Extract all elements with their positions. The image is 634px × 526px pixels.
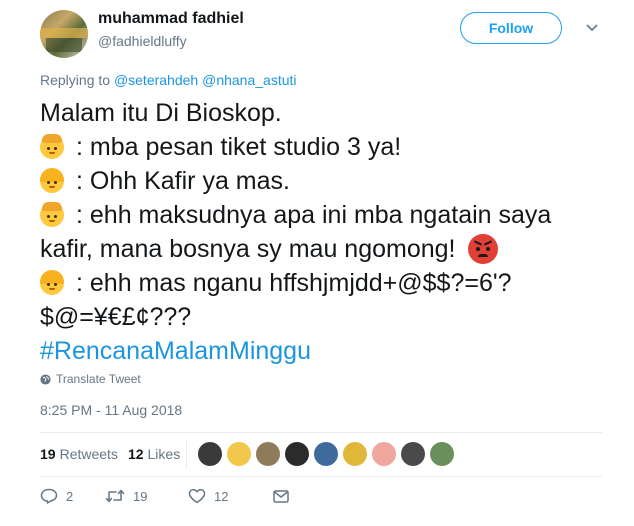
divider <box>40 476 602 477</box>
likes-label: Likes <box>147 446 181 462</box>
follow-button[interactable]: Follow <box>460 12 562 44</box>
liker-avatar[interactable] <box>314 442 338 466</box>
retweets-label: Retweets <box>59 446 118 462</box>
direct-message-button[interactable] <box>273 489 297 503</box>
mention-link[interactable]: @nhana_astuti <box>202 72 296 88</box>
tweet-line: $@=¥€£¢??? <box>40 303 192 331</box>
retweet-count: 19 <box>133 488 148 504</box>
likes-count: 12 <box>127 446 144 462</box>
boy-emoji-icon <box>40 202 64 227</box>
tweet-line-text: : Ohh Kafir ya mas. <box>76 167 290 195</box>
reply-button[interactable]: 2 <box>40 488 105 504</box>
chevron-down-icon[interactable] <box>582 18 602 38</box>
liker-avatars <box>198 442 459 466</box>
reply-icon <box>40 488 58 504</box>
tweet-timestamp[interactable]: 8:25 PM - 11 Aug 2018 <box>40 402 182 418</box>
like-button[interactable]: 12 <box>188 488 273 504</box>
replying-prefix: Replying to <box>40 72 111 88</box>
liker-avatar[interactable] <box>198 442 222 466</box>
angry-face-emoji-icon <box>467 234 498 264</box>
author-name[interactable]: muhammad fadhiel <box>98 10 244 28</box>
divider <box>186 440 187 468</box>
girl-emoji-icon <box>40 270 64 295</box>
hashtag-link[interactable]: #RencanaMalamMinggu <box>40 334 620 368</box>
tweet-line-text: : mba pesan tiket studio 3 ya! <box>76 133 402 161</box>
tweet-line-text: kafir, mana bosnya sy mau ngomong! <box>40 235 456 263</box>
retweets-count: 19 <box>40 446 56 462</box>
retweets-stat[interactable]: 19 Retweets <box>40 446 118 462</box>
liker-avatar[interactable] <box>256 442 280 466</box>
retweet-button[interactable]: 19 <box>105 489 188 504</box>
tweet-line: kafir, mana bosnya sy mau ngomong! <box>40 232 620 266</box>
tweet-line-text: : ehh maksudnya apa ini mba ngatain saya <box>76 201 552 229</box>
replying-to: Replying to @seterahdeh @nhana_astuti <box>40 72 297 88</box>
author-avatar[interactable] <box>40 10 88 58</box>
liker-avatar[interactable] <box>401 442 425 466</box>
author-handle[interactable]: @fadhieldluffy <box>98 33 187 49</box>
tweet-line-text: : ehh mas nganu hffshjmjdd+@$$?=6'? <box>76 269 512 297</box>
retweet-icon <box>105 489 125 503</box>
tweet-line: : ehh mas nganu hffshjmjdd+@$$?=6'? <box>40 266 620 300</box>
translate-tweet-link[interactable]: Translate Tweet <box>40 372 141 386</box>
tweet-text: Malam itu Di Bioskop. : mba pesan tiket … <box>40 96 620 368</box>
like-count: 12 <box>214 488 229 504</box>
liker-avatar[interactable] <box>372 442 396 466</box>
liker-avatar[interactable] <box>285 442 309 466</box>
globe-icon <box>40 373 51 385</box>
envelope-icon <box>273 489 289 503</box>
tweet-line: : ehh maksudnya apa ini mba ngatain saya <box>40 198 620 232</box>
tweet-stats: 19 Retweets 12 Likes <box>40 446 190 462</box>
likes-stat[interactable]: 12 Likes <box>128 446 180 462</box>
translate-label[interactable]: Translate Tweet <box>56 372 141 386</box>
liker-avatar[interactable] <box>430 442 454 466</box>
tweet-line: : mba pesan tiket studio 3 ya! <box>40 130 620 164</box>
girl-emoji-icon <box>40 168 64 193</box>
reply-count: 2 <box>66 488 74 504</box>
mention-link[interactable]: @seterahdeh <box>114 72 198 88</box>
tweet-line: : Ohh Kafir ya mas. <box>40 164 620 198</box>
liker-avatar[interactable] <box>343 442 367 466</box>
tweet-actions: 2 19 12 <box>40 488 297 504</box>
heart-icon <box>188 488 206 504</box>
tweet-line: Malam itu Di Bioskop. <box>40 99 282 127</box>
divider <box>40 432 602 433</box>
boy-emoji-icon <box>40 134 64 159</box>
liker-avatar[interactable] <box>227 442 251 466</box>
